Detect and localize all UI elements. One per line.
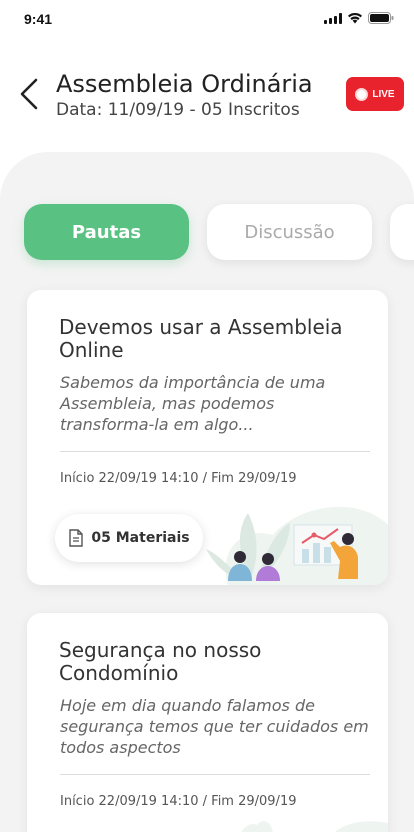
agenda-card[interactable]: Devemos usar a Assembleia Online Sabemos… [27,290,388,585]
tab-discussao[interactable]: Discussão [207,204,372,260]
signal-icon [324,12,342,24]
card-description: Hoje em dia quando falamos de segurança … [60,696,369,757]
card-description: Sabemos da importância de uma Assembleia… [60,373,326,434]
live-dot-icon [355,87,369,101]
content-panel: Pautas Discussão Devemos usar a Assemble… [0,152,414,832]
card-illustration [241,820,388,832]
back-button[interactable] [16,76,44,112]
card-title: Devemos usar a Assembleia Online [59,315,343,362]
card-dates: Início 22/09/19 14:10 / Fim 29/09/19 [60,794,297,809]
card-dates: Início 22/09/19 14:10 / Fim 29/09/19 [60,471,297,486]
live-button[interactable]: LIVE [346,77,404,111]
materials-label: 05 Materiais [91,530,190,546]
tab-pautas[interactable]: Pautas [24,204,189,260]
card-divider [60,451,370,452]
page-title: Assembleia Ordinária [56,70,313,98]
document-icon [69,529,84,547]
back-arrow-icon [20,78,38,110]
meeting-illustration [206,506,388,585]
tab-next[interactable] [390,204,414,260]
status-bar: 9:41 [0,0,414,40]
live-label: LIVE [372,88,395,100]
tab-bar: Pautas Discussão [24,204,414,260]
materials-button[interactable]: 05 Materiais [55,514,203,562]
agenda-card[interactable]: Segurança no nosso Condomínio Hoje em di… [27,613,388,832]
header: Assembleia Ordinária Data: 11/09/19 - 05… [0,60,414,140]
battery-icon [368,12,394,24]
status-icons [324,12,394,24]
status-time: 9:41 [24,11,53,27]
wifi-icon [348,12,362,24]
card-title: Segurança no nosso Condomínio [59,638,262,685]
page-subtitle: Data: 11/09/19 - 05 Inscritos [56,100,300,120]
card-divider [60,774,370,775]
